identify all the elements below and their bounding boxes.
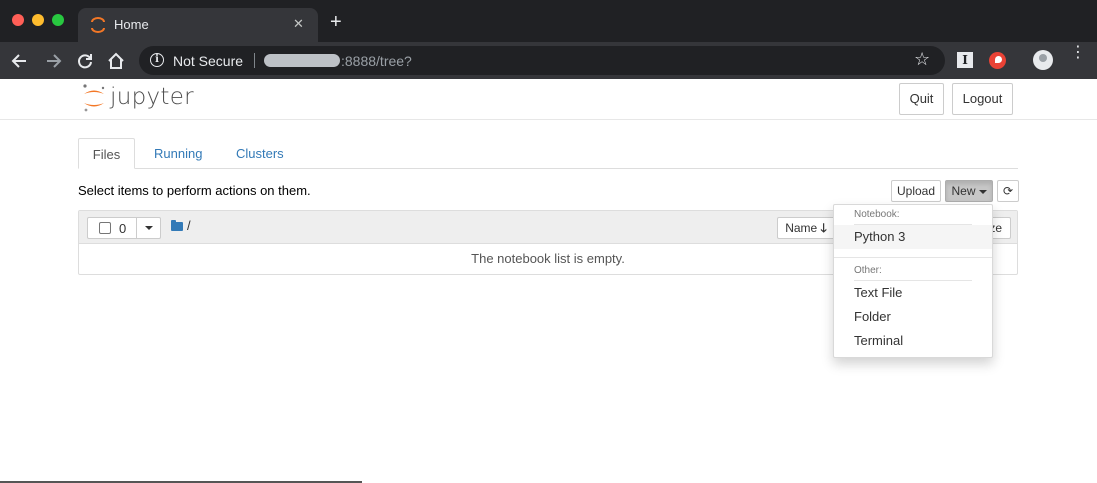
minimize-window-button[interactable] [32,14,44,26]
notebook-section-header: Notebook: [854,209,900,220]
forward-arrow-icon[interactable] [43,51,63,71]
address-separator [254,53,255,68]
info-icon[interactable]: i [150,53,164,67]
new-button[interactable]: New [945,180,993,202]
menu-divider [834,257,992,258]
security-label[interactable]: Not Secure [173,53,243,69]
folder-icon [171,220,183,231]
select-all-control[interactable]: 0 [87,217,137,239]
sort-name-label: Name [785,221,818,235]
jupyter-logo-icon[interactable] [82,83,106,113]
back-arrow-icon[interactable] [10,51,30,71]
extension-i-icon[interactable]: I [957,52,973,68]
refresh-button[interactable]: ⟳ [997,180,1019,202]
breadcrumb[interactable]: / [187,218,191,233]
jupyter-favicon-icon [91,17,105,33]
logout-button[interactable]: Logout [952,83,1013,115]
bookmark-star-icon[interactable]: ☆ [914,49,930,70]
home-icon[interactable] [106,51,126,71]
address-bar[interactable]: i Not Secure :8888/tree? ☆ [139,46,945,75]
tab-running[interactable]: Running [154,138,202,169]
url-text[interactable]: :8888/tree? [341,53,412,69]
selected-count: 0 [119,221,127,236]
instructions-text: Select items to perform actions on them. [78,183,311,198]
select-menu-button[interactable] [136,217,161,239]
new-tab-button[interactable]: + [330,12,342,32]
tab-close-icon[interactable]: ✕ [293,16,304,32]
browser-tab-strip: Home ✕ + [0,0,1097,42]
menu-item-python3[interactable]: Python 3 [834,225,992,249]
maximize-window-button[interactable] [52,14,64,26]
new-menu-dropdown: Notebook: Python 3 Other: Text File Fold… [833,204,993,358]
new-button-label: New [951,184,976,198]
caret-down-icon [978,189,987,194]
upload-button[interactable]: Upload [891,180,941,202]
extension-red-icon[interactable] [989,52,1006,69]
sort-name-button[interactable]: Name 🡓 [777,217,835,239]
browser-toolbar: i Not Secure :8888/tree? ☆ I ⋮ [0,42,1097,79]
browser-menu-icon[interactable]: ⋮ [1070,45,1086,61]
arrow-down-icon: 🡓 [820,221,827,235]
redacted-host [264,54,340,67]
tab-files[interactable]: Files [78,138,135,169]
quit-button[interactable]: Quit [899,83,944,115]
select-all-checkbox[interactable] [99,222,111,234]
reload-icon[interactable] [75,51,95,71]
jupyter-wordmark[interactable]: jupyter [110,84,194,110]
profile-avatar[interactable] [1033,50,1053,70]
jupyter-header: jupyter Quit Logout [0,79,1097,120]
browser-tab[interactable]: Home ✕ [78,8,318,42]
menu-item-terminal[interactable]: Terminal [834,329,992,353]
other-section-header: Other: [854,265,882,276]
menu-item-text-file[interactable]: Text File [834,281,992,305]
dashboard-tabs: Files Running Clusters [78,138,1018,169]
refresh-icon: ⟳ [1002,184,1014,198]
close-window-button[interactable] [12,14,24,26]
tab-clusters[interactable]: Clusters [236,138,284,169]
tab-title: Home [114,17,149,32]
caret-down-icon [144,225,153,230]
menu-item-folder[interactable]: Folder [834,305,992,329]
